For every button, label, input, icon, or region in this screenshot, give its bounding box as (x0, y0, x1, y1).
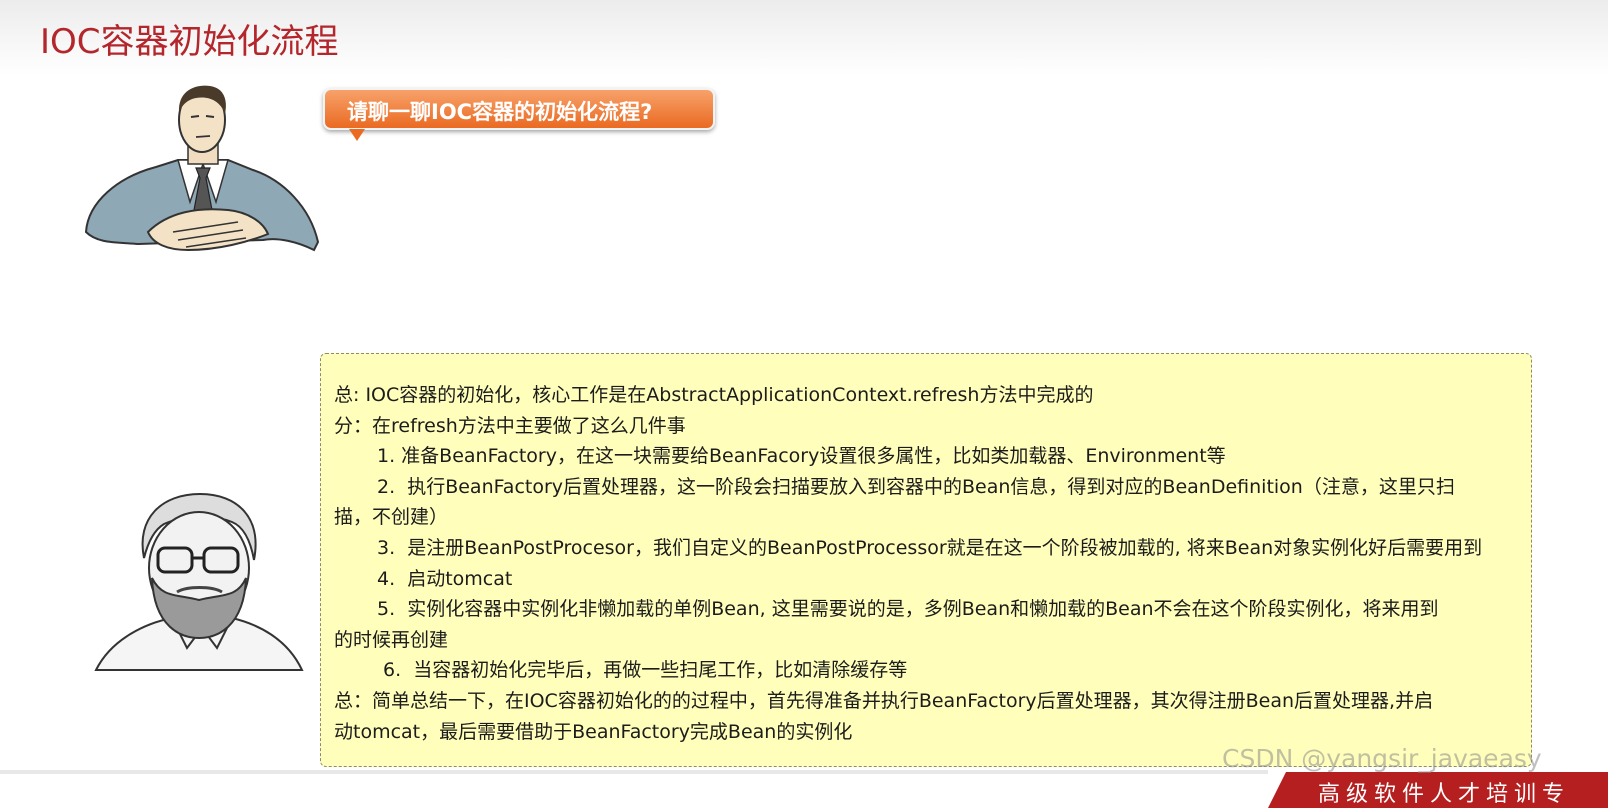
bearded-man-illustration-icon (94, 492, 304, 671)
answer-conclusion-line: 总：简单总结一下，在IOC容器初始化的的过程中，首先得准备并执行BeanFact… (334, 689, 1434, 712)
footer-banner: 高级软件人才培训专 (1268, 772, 1608, 808)
answer-step-2: 2. 执行BeanFactory后置处理器，这一阶段会扫描要放入到容器中的Bea… (377, 475, 1455, 498)
answer-summary-line: 总: IOC容器的初始化，核心工作是在AbstractApplicationCo… (334, 384, 1094, 406)
answer-step-1: 1. 准备BeanFactory，在这一块需要给BeanFacory设置很多属性… (377, 445, 1226, 468)
page-title: IOC容器初始化流程 (40, 22, 339, 62)
answer-conclusion-cont: 动tomcat，最后需要借助于BeanFactory完成Bean的实例化 (334, 720, 853, 743)
footer-divider (0, 770, 1268, 774)
answer-step-4: 4. 启动tomcat (377, 567, 513, 590)
answer-step-5: 5. 实例化容器中实例化非懒加载的单例Bean, 这里需要说的是，多例Bean和… (377, 598, 1439, 621)
answer-step-6: 6. 当容器初始化完毕后，再做一些扫尾工作，比如清除缓存等 (383, 659, 908, 682)
question-text: 请聊一聊IOC容器的初始化流程? (347, 100, 653, 124)
watermark-text: CSDN @yangsir_javaeasy (1222, 744, 1542, 773)
answer-step-2-cont: 描，不创建） (334, 506, 449, 529)
answer-panel: 总: IOC容器的初始化，核心工作是在AbstractApplicationCo… (320, 353, 1532, 767)
interviewer-illustration-icon (84, 85, 320, 252)
answer-step-5-cont: 的时候再创建 (334, 628, 449, 651)
question-bubble: 请聊一聊IOC容器的初始化流程? (323, 88, 715, 141)
bubble-tail (349, 129, 365, 141)
answer-intro-line: 分：在refresh方法中主要做了这么几件事 (334, 414, 686, 437)
answer-step-3: 3. 是注册BeanPostProcesor，我们自定义的BeanPostPro… (377, 536, 1483, 559)
footer-banner-text: 高级软件人才培训专 (1318, 782, 1571, 807)
